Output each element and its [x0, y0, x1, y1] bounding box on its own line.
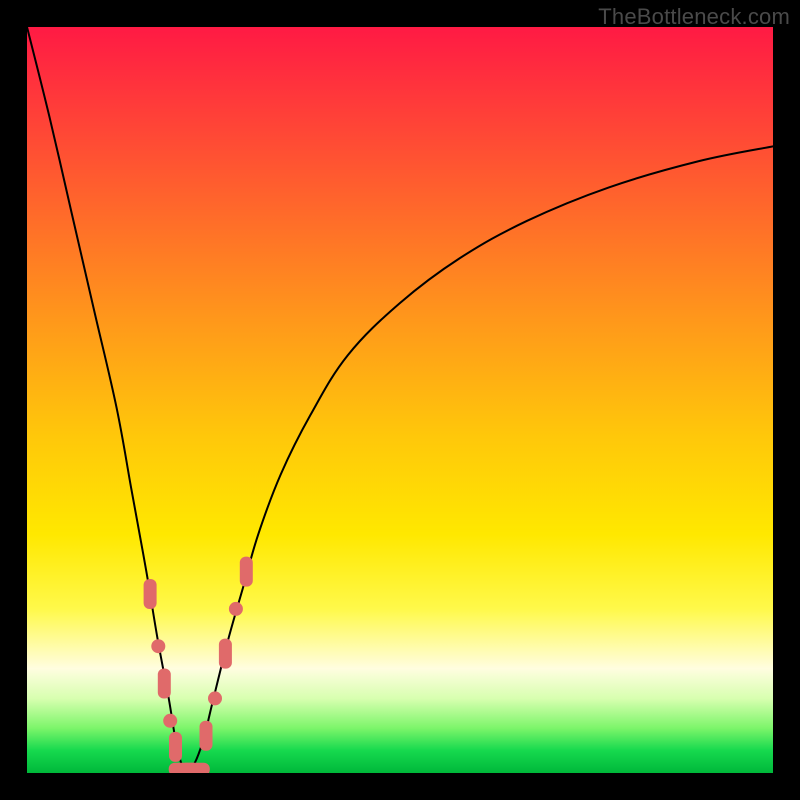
highlighted-point: [240, 557, 253, 587]
highlighted-point: [163, 714, 177, 728]
highlighted-point: [208, 691, 222, 705]
chart-area: [27, 27, 773, 773]
highlighted-point: [158, 669, 171, 699]
highlighted-point: [200, 721, 213, 751]
highlighted-point: [151, 639, 165, 653]
watermark-text: TheBottleneck.com: [598, 4, 790, 30]
bottleneck-chart: [27, 27, 773, 773]
highlighted-point: [219, 639, 232, 669]
bottleneck-curve-line: [27, 27, 773, 773]
highlighted-point: [180, 763, 210, 773]
highlighted-point: [144, 579, 157, 609]
highlighted-point: [229, 602, 243, 616]
highlighted-points-group: [144, 557, 253, 773]
highlighted-point: [169, 732, 182, 762]
